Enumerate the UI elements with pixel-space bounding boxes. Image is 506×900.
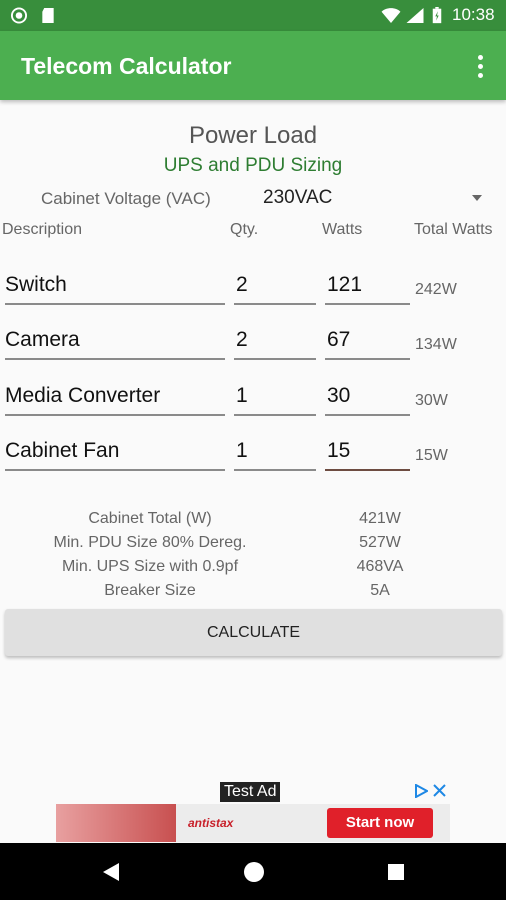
result-value-breaker-size: 5A (370, 582, 390, 599)
row-total-watts: 134W (415, 336, 457, 353)
status-bar: 10:38 (0, 0, 506, 31)
watts-input[interactable]: 67 (327, 328, 409, 360)
column-header-total-watts: Total Watts (414, 221, 493, 238)
description-input[interactable]: Switch (5, 273, 225, 305)
row-total-watts: 15W (415, 447, 448, 464)
ad-banner[interactable]: antistax Start now Test Ad (56, 782, 450, 842)
wifi-icon (381, 8, 401, 24)
result-label-breaker-size: Breaker Size (104, 582, 196, 599)
result-value-ups-size: 468VA (356, 558, 404, 575)
home-icon[interactable] (243, 861, 265, 883)
adchoices-icon[interactable] (414, 784, 428, 798)
voltage-label: Cabinet Voltage (VAC) (41, 189, 211, 208)
qty-input[interactable]: 2 (236, 273, 316, 305)
ad-image (56, 804, 176, 842)
battery-icon (432, 7, 442, 24)
qty-input[interactable]: 1 (236, 439, 316, 471)
column-header-description: Description (2, 221, 83, 238)
result-label-cabinet-total: Cabinet Total (W) (88, 510, 212, 527)
watts-input[interactable]: 30 (327, 384, 409, 416)
app-title: Telecom Calculator (21, 53, 232, 79)
page-title: Power Load (188, 122, 318, 149)
ad-cta-button[interactable]: Start now (327, 808, 433, 838)
close-ad-icon[interactable] (433, 784, 446, 797)
back-icon[interactable] (102, 862, 120, 882)
dropdown-arrow-icon (472, 195, 482, 201)
recents-icon[interactable] (387, 863, 405, 881)
signal-icon (406, 7, 424, 24)
navigation-bar (0, 843, 506, 900)
description-input[interactable]: Media Converter (5, 384, 225, 416)
calculate-button[interactable]: CALCULATE (5, 609, 502, 656)
qty-input[interactable]: 2 (236, 328, 316, 360)
watts-input[interactable]: 121 (327, 273, 409, 305)
result-value-cabinet-total: 421W (359, 510, 401, 527)
result-label-pdu-size: Min. PDU Size 80% Dereg. (53, 534, 247, 551)
column-header-watts: Watts (322, 221, 363, 238)
description-input[interactable]: Camera (5, 328, 225, 360)
notification-circle-icon (10, 7, 28, 24)
overflow-menu-icon[interactable] (470, 53, 490, 81)
watts-input[interactable]: 15 (327, 439, 409, 471)
page-subtitle: UPS and PDU Sizing (163, 155, 343, 176)
row-total-watts: 242W (415, 281, 457, 298)
voltage-value: 230VAC (263, 187, 333, 208)
voltage-dropdown[interactable]: 230VAC (258, 182, 490, 214)
test-ad-badge: Test Ad (220, 782, 281, 802)
row-total-watts: 30W (415, 392, 448, 409)
result-value-pdu-size: 527W (359, 534, 401, 551)
status-time: 10:38 (452, 5, 495, 24)
ad-brand: antistax (188, 816, 234, 830)
result-label-ups-size: Min. UPS Size with 0.9pf (61, 558, 239, 575)
sd-card-icon (42, 7, 54, 24)
qty-input[interactable]: 1 (236, 384, 316, 416)
description-input[interactable]: Cabinet Fan (5, 439, 225, 471)
column-header-qty: Qty. (230, 221, 259, 238)
